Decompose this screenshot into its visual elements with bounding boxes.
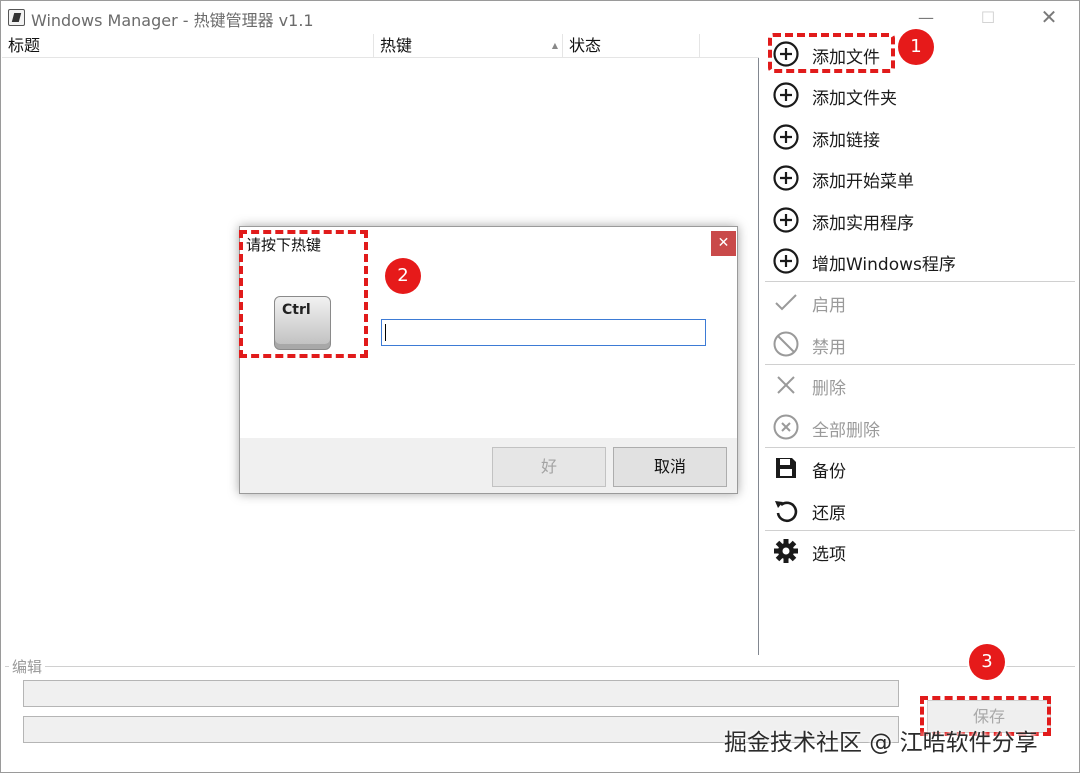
close-button[interactable]: ✕ — [1022, 1, 1076, 34]
menu-separator — [765, 447, 1075, 448]
annotation-badge-3: 3 — [969, 644, 1005, 680]
column-header-title[interactable]: 标题 — [2, 34, 374, 58]
dialog-footer: 好 取消 — [240, 438, 737, 493]
menu-item-label: 启用 — [812, 296, 846, 316]
add-circle-icon — [772, 123, 800, 151]
add-circle-icon — [772, 81, 800, 109]
group-divider — [5, 666, 1075, 667]
gear-icon — [772, 537, 800, 565]
menu-item-label: 选项 — [812, 545, 846, 565]
add-circle-icon — [772, 164, 800, 192]
ban-icon — [772, 330, 800, 358]
menu-item-label: 备份 — [812, 462, 846, 482]
menu-item-label: 还原 — [812, 504, 846, 524]
menu-separator — [765, 364, 1075, 365]
menu-item-enable[interactable]: 启用 — [761, 282, 1079, 322]
x-icon — [772, 371, 800, 399]
menu-item-label: 添加实用程序 — [812, 214, 914, 234]
window-title: Windows Manager - 热键管理器 v1.1 — [31, 11, 314, 30]
menu-separator — [765, 281, 1075, 282]
ok-button[interactable]: 好 — [492, 447, 606, 487]
column-header-status[interactable]: 状态 — [563, 34, 700, 58]
column-header-hotkey[interactable]: 热键 ▲ — [374, 34, 563, 58]
menu-item-restore[interactable]: 还原 — [761, 490, 1079, 530]
menu-item-label: 增加Windows程序 — [812, 255, 956, 275]
menu-item-add-windows-program[interactable]: 增加Windows程序 — [761, 241, 1079, 281]
add-circle-icon — [772, 247, 800, 275]
menu-item-delete-all[interactable]: 全部删除 — [761, 407, 1079, 447]
menu-item-label: 禁用 — [812, 338, 846, 358]
annotation-box-2 — [239, 230, 368, 358]
edit-group-title: 编辑 — [9, 656, 46, 677]
menu-item-label: 删除 — [812, 379, 846, 399]
hotkey-input[interactable] — [381, 319, 706, 346]
menu-item-backup[interactable]: 备份 — [761, 448, 1079, 488]
menu-item-delete[interactable]: 删除 — [761, 365, 1079, 405]
text-caret — [385, 324, 386, 341]
list-header: 标题 热键 ▲ 状态 — [2, 34, 759, 58]
menu-item-label: 添加文件夹 — [812, 89, 897, 109]
annotation-box-1 — [768, 33, 895, 73]
menu-item-disable[interactable]: 禁用 — [761, 324, 1079, 364]
edit-field-1[interactable] — [23, 680, 899, 707]
menu-item-add-utility[interactable]: 添加实用程序 — [761, 200, 1079, 240]
floppy-icon — [772, 454, 800, 482]
sort-ascending-icon: ▲ — [551, 41, 558, 50]
check-icon — [772, 288, 800, 316]
menu-separator — [765, 530, 1075, 531]
annotation-badge-1: 1 — [898, 29, 934, 65]
add-circle-icon — [772, 206, 800, 234]
menu-item-add-start-menu[interactable]: 添加开始菜单 — [761, 158, 1079, 198]
x-circle-icon — [772, 413, 800, 441]
menu-item-add-link[interactable]: 添加链接 — [761, 117, 1079, 157]
minimize-button[interactable]: — — [899, 1, 953, 34]
menu-item-add-folder[interactable]: 添加文件夹 — [761, 75, 1079, 115]
undo-icon — [772, 496, 800, 524]
cancel-button[interactable]: 取消 — [613, 447, 727, 487]
app-icon — [8, 9, 25, 26]
menu-item-label: 全部删除 — [812, 421, 880, 441]
menu-item-options[interactable]: 选项 — [761, 531, 1079, 571]
dialog-close-button[interactable]: ✕ — [711, 231, 736, 256]
menu-item-label: 添加开始菜单 — [812, 172, 914, 192]
maximize-button[interactable]: ☐ — [961, 1, 1015, 34]
watermark: 掘金技术社区 @ 江晧软件分享 — [724, 730, 1038, 756]
annotation-badge-2: 2 — [385, 258, 421, 294]
action-menu: 添加文件 添加文件夹 添加链接 添加开始菜单 添加实用程序 增加Windows程序 启用 禁用… — [761, 34, 1079, 655]
column-header-hotkey-label: 热键 — [380, 36, 413, 55]
menu-item-label: 添加链接 — [812, 131, 880, 151]
